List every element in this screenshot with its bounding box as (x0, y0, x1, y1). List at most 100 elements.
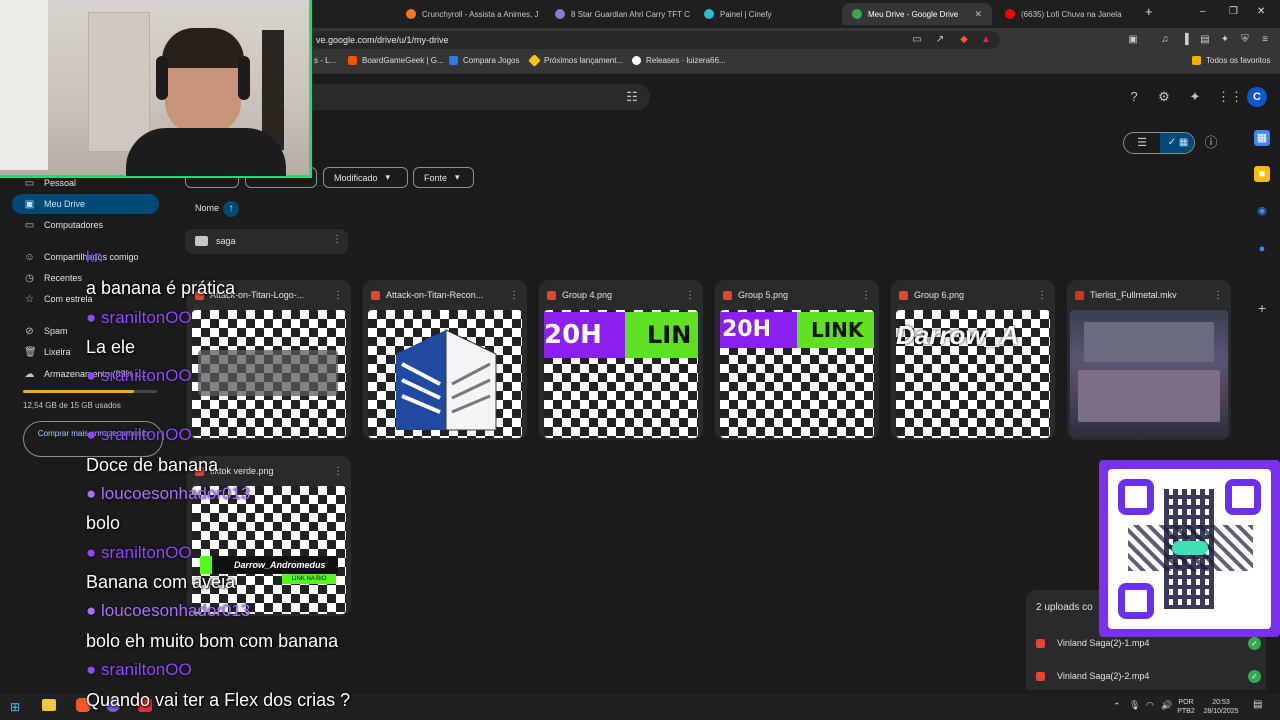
ai-icon[interactable]: ✦ (1218, 33, 1232, 47)
tab-youtube[interactable]: (6635) Lofi Chuva na Janela (995, 3, 1135, 25)
tasks-icon[interactable]: ◉ (1254, 203, 1270, 219)
panel-icon[interactable]: ▐ (1178, 33, 1192, 47)
minimize-icon[interactable]: – (1200, 6, 1206, 17)
settings-gear-icon[interactable]: ⚙ (1156, 89, 1172, 105)
more-icon[interactable]: ⋮ (333, 290, 343, 301)
qr-finder (1118, 479, 1154, 515)
headphone-left (156, 56, 168, 100)
tray-chevron-icon[interactable]: ⌃ (1113, 701, 1121, 712)
clock[interactable]: 20:53 28/10/2025 (1198, 698, 1244, 716)
keep-icon[interactable]: ■ (1254, 166, 1270, 182)
help-icon[interactable]: ? (1126, 89, 1142, 105)
tab-drive[interactable]: Meu Drive - Google Drive ✕ (842, 3, 992, 25)
windows-start-icon[interactable]: ⊞ (10, 700, 20, 714)
cast-icon[interactable]: ▭ (910, 33, 924, 47)
chat-message: Doce de banana (86, 455, 219, 475)
folder-name: saga (216, 236, 236, 246)
upload-item[interactable]: Vinland Saga(2)-2.mp4 ✓ (1036, 667, 1261, 685)
restore-icon[interactable]: ❐ (1229, 6, 1238, 17)
folder-item[interactable]: saga ⋮ (185, 229, 348, 254)
sidebar-item-computers[interactable]: ▭ Computadores (12, 215, 159, 235)
music-icon[interactable]: ♫ (1158, 33, 1172, 47)
view-toggle: ☰ ✓ ▦ (1123, 132, 1195, 154)
more-icon[interactable]: ⋮ (333, 466, 343, 477)
file-card[interactable]: Tierlist_Fullmetal.mkv ⋮ (1067, 280, 1231, 440)
more-icon[interactable]: ⋮ (1213, 290, 1223, 301)
chat-username: kn (86, 249, 103, 266)
language-indicator[interactable]: POR PTB2 (1173, 698, 1199, 716)
file-card[interactable]: Attack-on-Titan-Recon... ⋮ (363, 280, 527, 440)
grid-view-icon[interactable]: ✓ ▦ (1160, 133, 1194, 153)
search-bar[interactable] (300, 84, 650, 110)
share-icon[interactable]: ↗ (933, 33, 947, 47)
video-file-icon (1036, 671, 1045, 681)
file-thumbnail: Darrow_A (896, 310, 1050, 438)
file-card[interactable]: Attack-on-Titan-Logo-... ⋮ (187, 280, 351, 440)
notifications-icon[interactable]: ▤ (1253, 699, 1262, 710)
bookmark-proximos[interactable]: Próximos lançament... (528, 54, 623, 67)
headphone-right (238, 56, 250, 100)
qr-finder (1225, 479, 1261, 515)
bookmark-compara-jogos[interactable]: Compara Jogos (449, 56, 519, 65)
close-icon[interactable]: ✕ (974, 9, 982, 20)
calendar-icon[interactable]: ▦ (1254, 130, 1270, 146)
more-icon[interactable]: ⋮ (1037, 290, 1047, 301)
list-view-icon[interactable]: ☰ (1124, 133, 1160, 153)
contacts-icon[interactable]: ● (1254, 241, 1270, 257)
storage-bar-fill (23, 390, 135, 393)
file-explorer-icon[interactable] (42, 699, 56, 711)
file-thumbnail: 20H LINK (720, 310, 874, 438)
aot-logo-shape (198, 350, 338, 396)
bookmark-releases[interactable]: Releases · luizera66... (632, 56, 726, 65)
wallet-icon[interactable]: ▤ (1198, 33, 1212, 47)
sort-label[interactable]: Nome (195, 203, 219, 213)
file-card[interactable]: Group 6.png ⋮ Darrow_A (891, 280, 1055, 440)
more-icon[interactable]: ⋮ (332, 234, 342, 245)
qr-finder (1118, 583, 1154, 619)
apps-grid-icon[interactable]: ⋮⋮ (1217, 89, 1243, 105)
spam-icon: ⊘ (25, 325, 34, 337)
thumb-text2: LIN (625, 312, 698, 358)
vpn-icon[interactable]: ⛨ (1238, 33, 1252, 47)
tab-crunchyroll[interactable]: Crunchyroll - Assista a Animes, J (396, 3, 541, 25)
more-icon[interactable]: ⋮ (861, 290, 871, 301)
sidebar-toggle-icon[interactable]: ▣ (1126, 33, 1140, 47)
drive-icon (852, 9, 862, 19)
brave-rewards-icon[interactable]: ▲ (979, 33, 993, 47)
add-addon-icon[interactable]: + (1254, 300, 1270, 316)
chat-username: ● loucoesonhador013 (86, 601, 251, 620)
bookmark-1[interactable]: s - L... (314, 56, 336, 65)
new-tab-button[interactable]: + (1145, 4, 1153, 19)
video-file-icon (1036, 638, 1045, 648)
qr-code-overlay (1099, 460, 1280, 637)
file-card[interactable]: Group 4.png ⋮ 20H LIN (539, 280, 703, 440)
brave-shield-icon[interactable]: ◆ (957, 33, 971, 47)
more-icon[interactable]: ⋮ (509, 290, 519, 301)
volume-icon[interactable]: 🔊 (1161, 700, 1172, 711)
chip-modified[interactable]: Modificado ▾ (323, 167, 408, 188)
file-card[interactable]: Group 5.png ⋮ 20H LINK (715, 280, 879, 440)
sort-direction-icon[interactable]: ↑ (223, 201, 239, 217)
address-bar[interactable]: ve.google.com/drive/u/1/my-drive (310, 31, 1000, 49)
sidebar-item-my-drive[interactable]: ▣ Meu Drive (12, 194, 159, 214)
more-icon[interactable]: ⋮ (685, 290, 695, 301)
search-options-icon[interactable]: ☷ (624, 89, 640, 105)
webcam-overlay (0, 0, 312, 178)
tab-cinefy[interactable]: Painel | Cinefy (694, 3, 839, 25)
youtube-icon (1005, 9, 1015, 19)
info-icon[interactable]: ⓘ (1203, 135, 1219, 151)
wifi-icon[interactable]: ◠ (1146, 700, 1154, 711)
avatar[interactable]: C (1247, 87, 1267, 107)
screen: Crunchyroll - Assista a Animes, J 8 Star… (0, 0, 1280, 720)
drive-icon: ▣ (24, 198, 35, 210)
qr-logo (1172, 541, 1208, 555)
window-close-icon[interactable]: ✕ (1257, 6, 1265, 17)
menu-icon[interactable]: ≡ (1258, 33, 1272, 47)
chip-source[interactable]: Fonte ▾ (413, 167, 474, 188)
microphone-icon[interactable]: 🎙 (1129, 700, 1140, 711)
bookmark-boardgamegeek[interactable]: BoardGameGeek | G... (348, 56, 444, 65)
all-bookmarks[interactable]: Todos os favoritos (1192, 56, 1270, 65)
tab-tft[interactable]: 8 Star Guardian Ahri Carry TFT C (545, 3, 690, 25)
chat-username: ● sraniltonOO (86, 543, 192, 562)
gemini-icon[interactable]: ✦ (1187, 89, 1203, 105)
